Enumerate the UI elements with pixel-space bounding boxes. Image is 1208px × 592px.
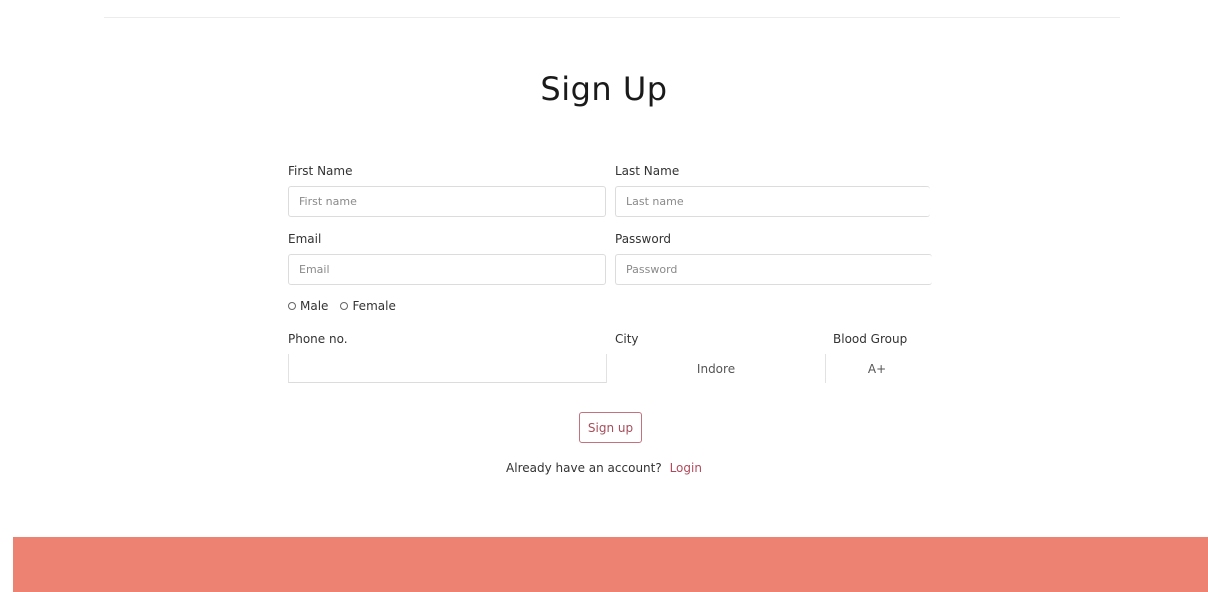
first-name-input[interactable]	[288, 186, 606, 217]
signup-page: Sign Up First Name Last Name Email Passw…	[0, 0, 1208, 592]
male-radio[interactable]	[288, 302, 296, 310]
blood-group-select[interactable]: A+	[825, 354, 928, 383]
gender-radio-group: Male Female	[288, 299, 408, 313]
city-select[interactable]: Indore	[606, 354, 825, 383]
password-label: Password	[615, 232, 672, 246]
signup-button[interactable]: Sign up	[579, 412, 642, 443]
email-input[interactable]	[288, 254, 606, 285]
city-label: City	[615, 332, 639, 346]
footer-band	[13, 537, 1208, 592]
page-title: Sign Up	[540, 70, 668, 108]
gender-option-female[interactable]: Female	[340, 299, 396, 313]
login-prompt: Already have an account? Login	[0, 461, 1208, 475]
gender-option-male[interactable]: Male	[288, 299, 328, 313]
login-link[interactable]: Login	[670, 461, 702, 475]
last-name-label: Last Name	[615, 164, 680, 178]
female-radio-label: Female	[352, 299, 396, 313]
male-radio-label: Male	[300, 299, 329, 313]
blood-group-selected-value: A+	[867, 361, 887, 376]
header-divider	[104, 17, 1120, 18]
phone-input[interactable]	[288, 354, 606, 383]
password-input[interactable]	[615, 254, 932, 285]
first-name-label: First Name	[288, 164, 353, 178]
blood-group-label: Blood Group	[833, 332, 908, 346]
female-radio[interactable]	[340, 302, 349, 310]
last-name-input[interactable]	[615, 186, 930, 217]
phone-label: Phone no.	[288, 332, 348, 346]
city-selected-value: Indore	[696, 361, 736, 376]
account-prompt-text: Already have an account?	[506, 461, 662, 475]
email-label: Email	[288, 232, 322, 246]
